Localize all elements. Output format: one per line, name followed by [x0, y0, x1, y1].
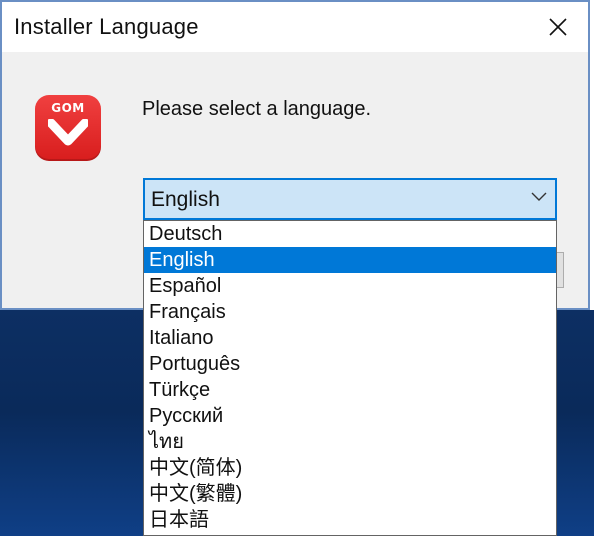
language-option-russian[interactable]: Русский: [144, 403, 556, 429]
language-option-thai[interactable]: ไทย: [144, 429, 556, 455]
language-option-espanol[interactable]: Español: [144, 273, 556, 299]
language-select[interactable]: English: [143, 178, 557, 220]
language-option-italiano[interactable]: Italiano: [144, 325, 556, 351]
window-title: Installer Language: [14, 14, 199, 39]
language-option-portugues[interactable]: Português: [144, 351, 556, 377]
language-option-deutsch[interactable]: Deutsch: [144, 221, 556, 247]
gom-logo-icon: GOM: [35, 95, 101, 161]
close-icon: [549, 18, 567, 36]
title-bar: Installer Language: [2, 2, 588, 52]
language-dropdown-list[interactable]: Deutsch English Español Français Italian…: [143, 220, 557, 536]
logo-text: GOM: [51, 101, 85, 115]
prompt-text: Please select a language.: [142, 98, 372, 120]
language-option-francais[interactable]: Français: [144, 299, 556, 325]
language-option-turkce[interactable]: Türkçe: [144, 377, 556, 403]
chevron-down-icon: [531, 192, 547, 201]
language-option-chinese-simplified[interactable]: 中文(简体): [144, 455, 556, 481]
close-button[interactable]: [528, 2, 588, 52]
language-option-chinese-traditional[interactable]: 中文(繁體): [144, 481, 556, 507]
language-option-japanese[interactable]: 日本語: [144, 507, 556, 533]
chevron-heart-icon: [48, 119, 88, 146]
language-option-english[interactable]: English: [144, 247, 556, 273]
language-select-value: English: [151, 188, 220, 211]
